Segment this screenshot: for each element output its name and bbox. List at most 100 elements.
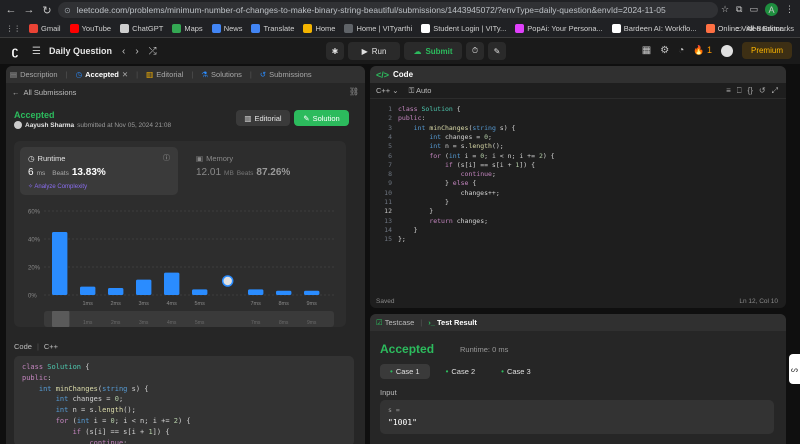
side-panel-toggle-icon[interactable]: ᔕ (789, 354, 800, 384)
all-submissions-link[interactable]: ← All Submissions (6, 85, 365, 99)
tab-submissions[interactable]: ↺ Submissions (260, 70, 312, 79)
case-tab[interactable]: • Case 2 (436, 364, 486, 379)
runtime-box[interactable]: ◷ Runtime ⓘ 6 ms Beats 13.83% ✧ Analyze … (20, 147, 178, 195)
chart-bar[interactable] (276, 290, 292, 295)
x-tick-label: 5ms (195, 301, 206, 307)
tab-testcase[interactable]: ☑ Testcase (376, 318, 414, 327)
leetcode-logo-icon[interactable]: ʗ (8, 44, 22, 58)
tab-editorial[interactable]: ▥ Editorial (146, 70, 183, 79)
braces-icon[interactable]: {} (748, 86, 753, 96)
submit-button[interactable]: ☁ Submit (404, 42, 462, 60)
close-icon[interactable]: ✕ (122, 70, 128, 79)
premium-button[interactable]: Premium (741, 42, 792, 59)
case-tab[interactable]: • Case 3 (491, 364, 541, 379)
bookmark-item[interactable]: Translate (251, 24, 294, 33)
tab-solutions[interactable]: ⚗ Solutions (201, 70, 242, 79)
code-line: } else { (398, 179, 477, 188)
bookmark-item[interactable]: Bardeen AI: Workflo... (611, 24, 697, 33)
line-number: 14 (384, 225, 392, 234)
code-line: class Solution { (398, 105, 461, 113)
folder-icon: ▭ (734, 24, 743, 33)
menu-icon[interactable]: ⋮ (785, 4, 794, 15)
shuffle-icon[interactable]: ⤮ (149, 46, 157, 57)
editorial-button[interactable]: ▥ Editorial (236, 110, 290, 126)
forward-arrow-icon[interactable]: → (22, 3, 36, 17)
user-avatar[interactable] (720, 44, 733, 57)
chart-bar[interactable] (164, 272, 180, 295)
bookmark-icon[interactable]: ⎕ (737, 86, 742, 96)
bookmark-item[interactable]: News (211, 24, 242, 33)
solution-button[interactable]: ✎ Solution (294, 110, 349, 126)
notifications-icon[interactable]: ◔ (678, 45, 684, 56)
code-editor[interactable]: 1 class Solution {2 public: 3 int minChange… (370, 102, 786, 292)
prev-problem-icon[interactable]: ‹ (122, 46, 125, 57)
share-link-icon[interactable]: ⛓ (349, 87, 359, 96)
all-bookmarks[interactable]: ▭ All Bookmarks (735, 24, 794, 33)
clock-icon: ◷ (75, 70, 83, 79)
runtime-label: ◷ Runtime (28, 154, 66, 163)
bookmark-item[interactable]: Maps (172, 24, 203, 33)
line-number: 11 (384, 198, 392, 206)
chart-bar[interactable] (80, 286, 96, 295)
reload-icon[interactable]: ↻ (40, 3, 54, 17)
extensions-icon[interactable]: ⧉ (736, 4, 742, 15)
chart-bar[interactable] (108, 288, 124, 295)
site-info-icon[interactable]: ⊙ (64, 6, 71, 15)
profile-avatar[interactable]: A (765, 3, 778, 16)
case-tab[interactable]: • Case 1 (380, 364, 430, 379)
sidebar-icon[interactable]: ▭ (749, 4, 758, 15)
bookmark-item[interactable]: Home | VITyarthi (344, 24, 412, 33)
x-tick-label: 2ms (111, 301, 122, 307)
reset-icon[interactable]: ↺ (759, 86, 766, 96)
star-icon[interactable]: ☆ (721, 4, 729, 15)
chart-bar[interactable] (136, 279, 152, 295)
bookmark-item[interactable]: Student Login | VITy... (421, 24, 506, 33)
info-icon[interactable]: ⓘ (163, 153, 170, 163)
range-slider-handle[interactable] (52, 311, 70, 327)
author-name[interactable]: Aayush Sharma (25, 122, 74, 129)
checkbox-icon: ☑ (376, 318, 383, 327)
tab-description[interactable]: ▤ Description (10, 70, 58, 79)
memory-box[interactable]: ▣ Memory 12.01 MB Beats 87.26% (190, 147, 340, 195)
timer-icon[interactable]: ⏱ (466, 42, 484, 60)
settings-icon[interactable]: ⚙ (660, 45, 669, 56)
submitted-time: submitted at Nov 05, 2024 21:08 (77, 121, 172, 129)
your-submission-marker[interactable] (221, 275, 234, 287)
language-select[interactable]: C++ ⌄ (376, 86, 399, 95)
line-number: 13 (384, 216, 392, 225)
chart-bar[interactable] (192, 289, 208, 295)
bookmark-item[interactable]: Gmail (29, 24, 61, 33)
bookmarks-bar: ⋮⋮ Gmail YouTube ChatGPT Maps News Translate H… (0, 20, 800, 38)
notes-icon[interactable]: ✎ (488, 42, 506, 60)
debug-icon[interactable]: ✱ (326, 42, 344, 60)
run-button[interactable]: ▶ Run (348, 42, 400, 60)
format-icon[interactable]: ≡ (726, 86, 731, 96)
bookmark-item[interactable]: ChatGPT (120, 24, 163, 33)
tab-accepted[interactable]: ◷ Accepted ✕ (76, 70, 129, 79)
streak-counter[interactable]: 🔥 1 (693, 45, 712, 56)
layout-icon[interactable]: ▦ (642, 45, 651, 56)
chart-bar[interactable] (304, 290, 320, 295)
daily-question-title[interactable]: Daily Question (49, 46, 112, 56)
tab-test-result[interactable]: ›_ Test Result (428, 318, 477, 327)
fullscreen-icon[interactable]: ⤢ (772, 86, 778, 96)
bookmark-item[interactable]: PopAi: Your Persona... (515, 24, 603, 33)
url-input[interactable]: ⊙ leetcode.com/problems/minimum-number-o… (58, 2, 718, 18)
apps-icon[interactable]: ⋮⋮ (6, 24, 21, 33)
submitted-code[interactable]: class Solution { public: int minChanges(… (14, 356, 354, 444)
case-label: Case 3 (506, 367, 531, 376)
code-line: int minChanges(string s) { (413, 123, 516, 132)
slider-tick-label: 2ms (111, 320, 121, 326)
chart-bar[interactable] (52, 232, 68, 295)
slider-tick-label: 3ms (139, 320, 149, 326)
chart-bar[interactable] (248, 289, 264, 295)
line-number: 8 (388, 170, 392, 179)
next-problem-icon[interactable]: › (135, 46, 138, 57)
back-arrow-icon[interactable]: ← (4, 3, 18, 17)
bookmark-item[interactable]: Home (303, 24, 335, 33)
auto-mode-toggle[interactable]: ⚿ Auto (409, 86, 432, 96)
runtime-distribution-chart[interactable]: 60% 40% 20% 0% 1ms 2ms 3ms 4ms 5ms 7ms 8ms 9ms 1ms 2m… (14, 199, 346, 327)
analyze-complexity-link[interactable]: ✧ Analyze Complexity (28, 183, 87, 190)
bookmark-item[interactable]: YouTube (69, 24, 111, 33)
problem-list-icon[interactable]: ☰ (32, 46, 41, 57)
